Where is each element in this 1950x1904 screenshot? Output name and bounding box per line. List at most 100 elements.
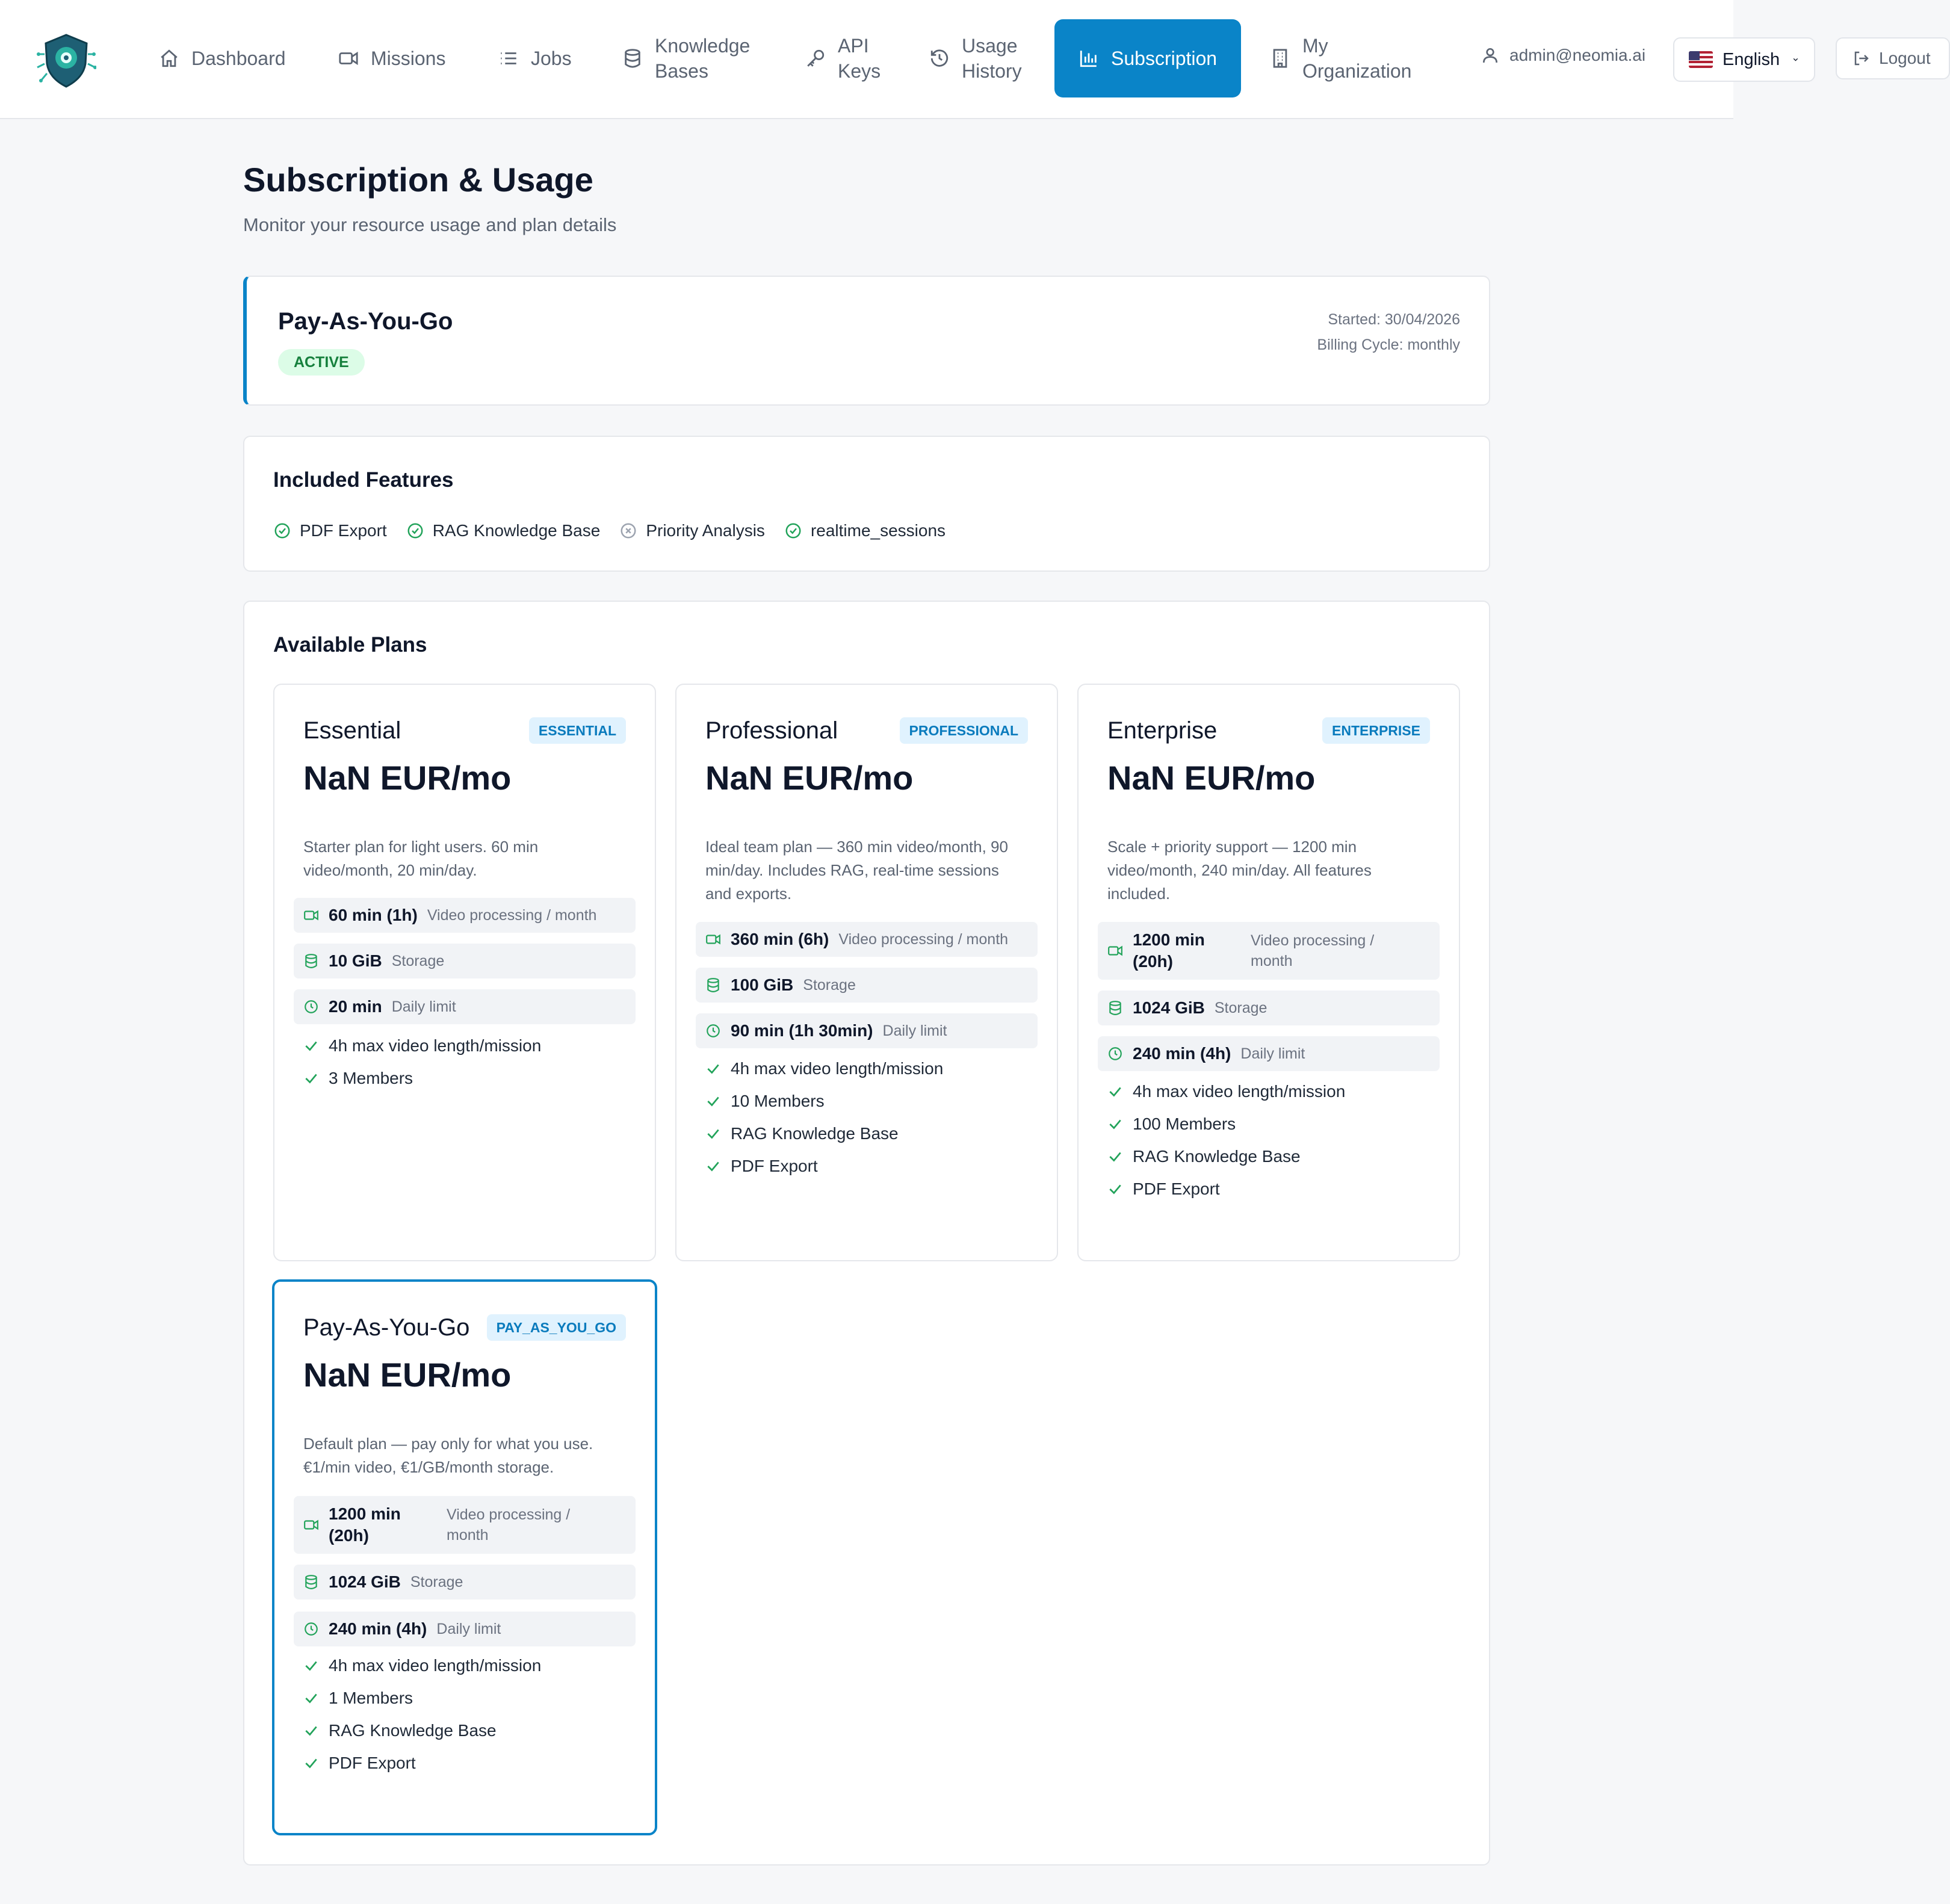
clock-icon	[305, 1622, 318, 1636]
spec-label: Video processing / month	[427, 906, 597, 924]
plan-bullet: 10 Members	[705, 1092, 825, 1111]
nav-subscription[interactable]: Subscription	[1054, 19, 1242, 97]
plan-name: Enterprise	[1107, 717, 1218, 744]
check-icon	[707, 1096, 719, 1107]
video-icon	[1108, 945, 1122, 956]
check-icon	[305, 1074, 317, 1084]
feature-label: Priority Analysis	[646, 521, 765, 540]
bullet-label: PDF Export	[1133, 1179, 1220, 1198]
plan-card-pay-as-you-go[interactable]: Pay-As-You-Go PAY_AS_YOU_GO NaN EUR/mo D…	[272, 1279, 657, 1835]
feature-label: RAG Knowledge Base	[432, 521, 601, 540]
spec-video: 1200 min (20h) Video processing / month	[1098, 922, 1440, 980]
plan-price: NaN EUR/mo	[705, 759, 914, 797]
spec-value: 360 min (6h)	[731, 930, 829, 948]
check-icon	[305, 1661, 317, 1671]
logout-button[interactable]: Logout	[1836, 37, 1950, 79]
user-account[interactable]: admin@neomia.ai	[1481, 46, 1645, 65]
database-icon	[707, 978, 719, 992]
nav-missions[interactable]: Missions	[338, 19, 445, 97]
plan-bullet: 4h max video length/mission	[303, 1656, 541, 1675]
plan-description: Scale + priority support — 1200 min vide…	[1107, 838, 1372, 903]
bullet-label: PDF Export	[329, 1754, 416, 1772]
database-icon	[305, 1575, 317, 1589]
spec-daily: 240 min (4h) Daily limit	[1098, 1036, 1440, 1071]
spec-label: Video processing / month	[838, 930, 1009, 948]
spec-label: Storage	[1214, 999, 1268, 1016]
history-icon	[930, 49, 949, 67]
spec-storage: 10 GiB Storage	[294, 944, 636, 978]
nav-my-organization[interactable]: My Organization	[1270, 19, 1411, 97]
spec-daily: 90 min (1h 30min) Daily limit	[696, 1013, 1038, 1048]
nav-label: Dashboard	[191, 48, 286, 69]
nav-label: Jobs	[531, 48, 572, 69]
spec-label: Daily limit	[1240, 1045, 1305, 1062]
clock-icon	[1109, 1047, 1122, 1060]
check-icon	[1109, 1184, 1121, 1195]
plan-bullet: 3 Members	[303, 1069, 413, 1088]
bullet-label: 4h max video length/mission	[731, 1059, 944, 1078]
neomia-logo[interactable]	[36, 30, 96, 90]
database-icon	[1109, 1001, 1121, 1015]
plan-bullet: RAG Knowledge Base	[705, 1124, 899, 1143]
plan-bullet: 1 Members	[303, 1689, 413, 1708]
home-icon	[161, 49, 178, 67]
plan-bullet: 4h max video length/mission	[303, 1036, 541, 1056]
user-email: admin@neomia.ai	[1509, 46, 1646, 64]
check-icon	[707, 1129, 719, 1139]
language-label: English	[1722, 49, 1780, 69]
nav-dashboard[interactable]: Dashboard	[159, 19, 286, 97]
feature-item: PDF Export	[273, 521, 387, 540]
feature-list: PDF Export RAG Knowledge Base Priority A…	[273, 521, 946, 540]
spec-storage: 100 GiB Storage	[696, 968, 1038, 1003]
spec-video: 60 min (1h) Video processing / month	[294, 898, 636, 933]
plan-description: Ideal team plan — 360 min video/month, 9…	[705, 838, 1008, 903]
x-circle-icon	[621, 523, 636, 539]
video-icon	[304, 910, 318, 921]
plan-bullet: PDF Export	[1107, 1179, 1220, 1199]
nav-knowledge-bases[interactable]: Knowledge Bases	[622, 19, 750, 97]
feature-item: realtime_sessions	[784, 521, 946, 540]
spec-label: Storage	[391, 952, 445, 969]
nav-label: Missions	[371, 48, 446, 69]
plan-card-enterprise[interactable]: Enterprise ENTERPRISE NaN EUR/mo Scale +…	[1077, 684, 1460, 1261]
plan-tag: ESSENTIAL	[528, 717, 626, 744]
bullet-label: RAG Knowledge Base	[731, 1124, 899, 1143]
plan-bullet: 4h max video length/mission	[1107, 1082, 1345, 1101]
spec-value: 1200 min (20h)	[1133, 930, 1205, 971]
spec-video: 1200 min (20h) Video processing / month	[294, 1496, 636, 1554]
language-selector[interactable]: English	[1673, 37, 1815, 82]
spec-value: 10 GiB	[329, 951, 382, 970]
bullet-label: 1 Members	[329, 1689, 413, 1707]
logout-icon	[1854, 51, 1869, 66]
bullet-label: 4h max video length/mission	[329, 1656, 542, 1675]
plan-card-professional[interactable]: Professional PROFESSIONAL NaN EUR/mo Ide…	[675, 684, 1058, 1261]
plan-description: Default plan — pay only for what you use…	[303, 1435, 593, 1476]
plan-bullet: PDF Export	[303, 1754, 416, 1773]
spec-label: Daily limit	[436, 1620, 501, 1637]
status-badge: ACTIVE	[278, 349, 365, 376]
nav-api-keys[interactable]: API Keys	[805, 19, 881, 97]
spec-daily: 240 min (4h) Daily limit	[294, 1612, 636, 1646]
video-icon	[339, 51, 358, 66]
plan-tag: PAY_AS_YOU_GO	[486, 1314, 626, 1341]
plan-bullet: 100 Members	[1107, 1114, 1236, 1134]
plan-description: Starter plan for light users. 60 min vid…	[303, 838, 539, 879]
check-circle-icon	[785, 523, 801, 539]
page-title: Subscription & Usage	[243, 161, 593, 199]
spec-label: Video processing / month	[447, 1506, 571, 1544]
plan-card-essential[interactable]: Essential ESSENTIAL NaN EUR/mo Starter p…	[273, 684, 656, 1261]
nav-jobs[interactable]: Jobs	[498, 19, 572, 97]
nav-label: Knowledge Bases	[655, 35, 751, 82]
plan-name: Essential	[303, 717, 401, 744]
spec-value: 1024 GiB	[1133, 998, 1205, 1017]
chevron-down-icon	[1793, 58, 1798, 61]
check-icon	[707, 1064, 719, 1074]
plan-price: NaN EUR/mo	[303, 759, 512, 797]
check-icon	[305, 1693, 317, 1704]
plan-bullet: 4h max video length/mission	[705, 1059, 943, 1078]
video-icon	[706, 934, 720, 945]
feature-item: RAG Knowledge Base	[406, 521, 601, 540]
spec-label: Storage	[803, 976, 856, 994]
nav-usage-history[interactable]: Usage History	[929, 19, 1022, 97]
check-circle-icon	[407, 523, 423, 539]
